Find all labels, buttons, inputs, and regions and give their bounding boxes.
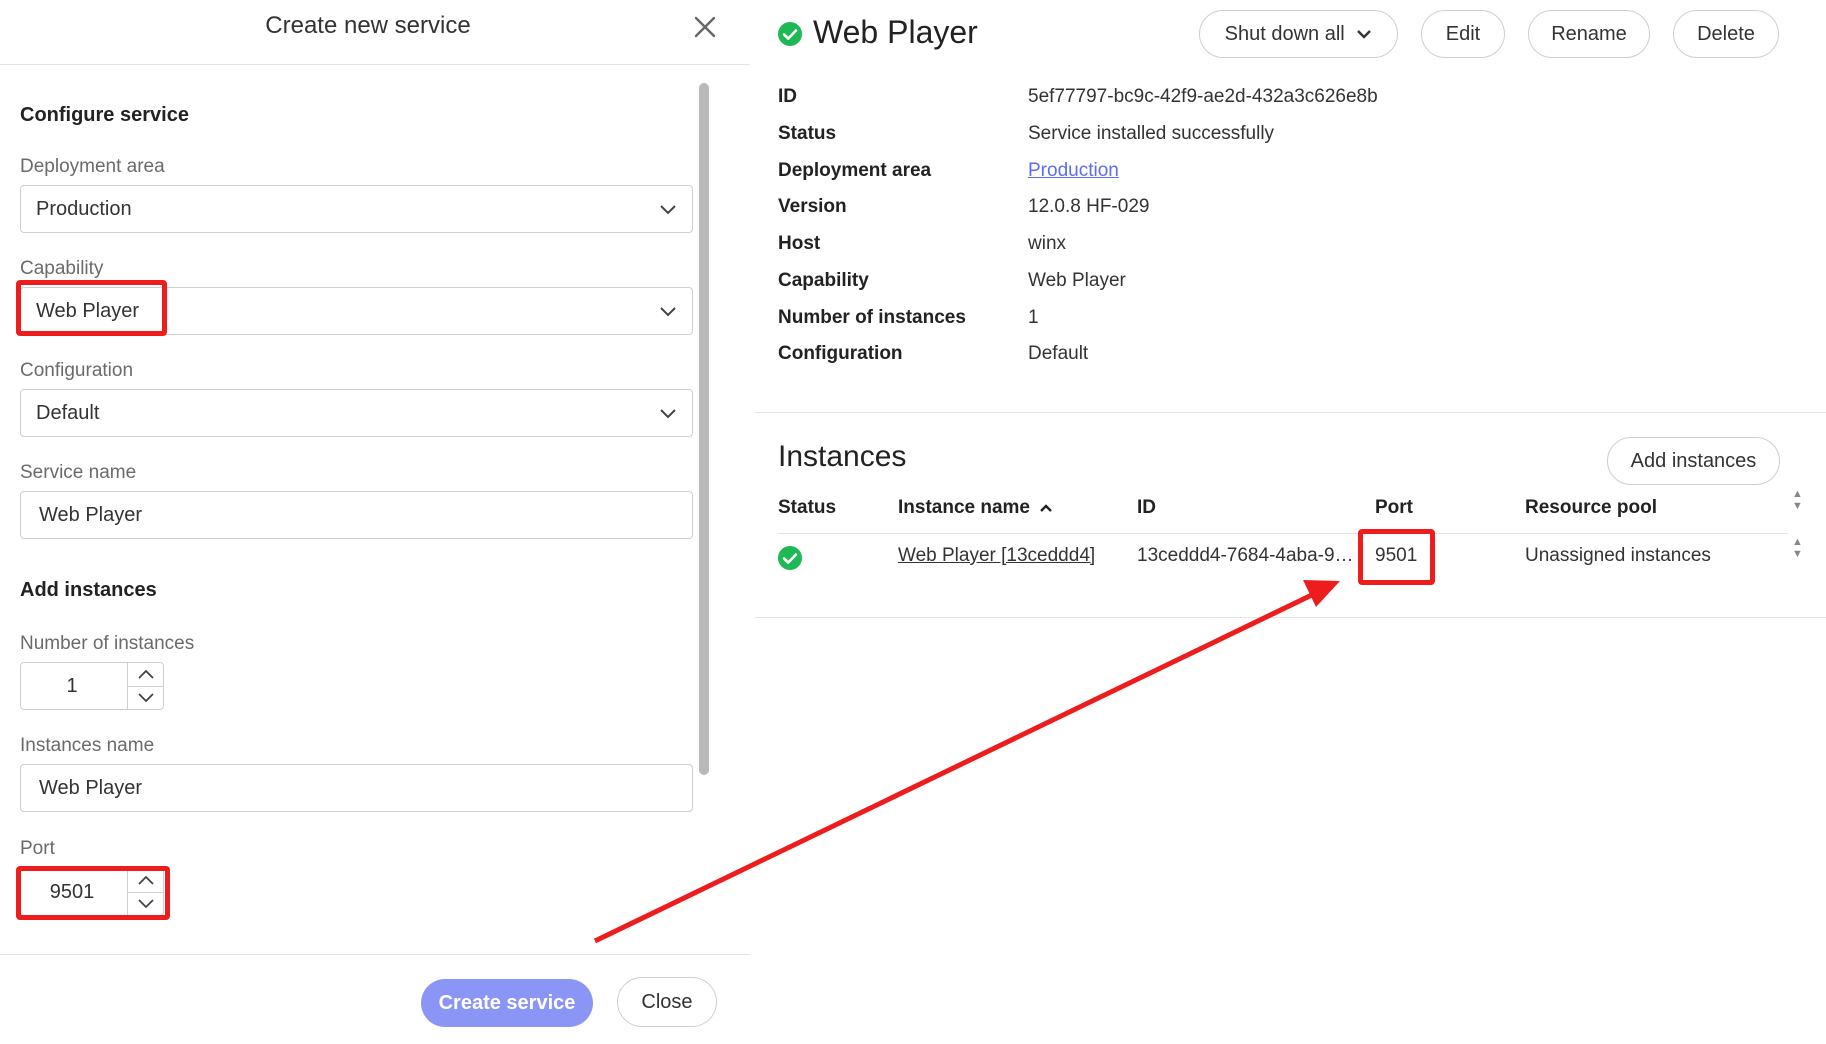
annotation-arrow [593,580,1340,944]
